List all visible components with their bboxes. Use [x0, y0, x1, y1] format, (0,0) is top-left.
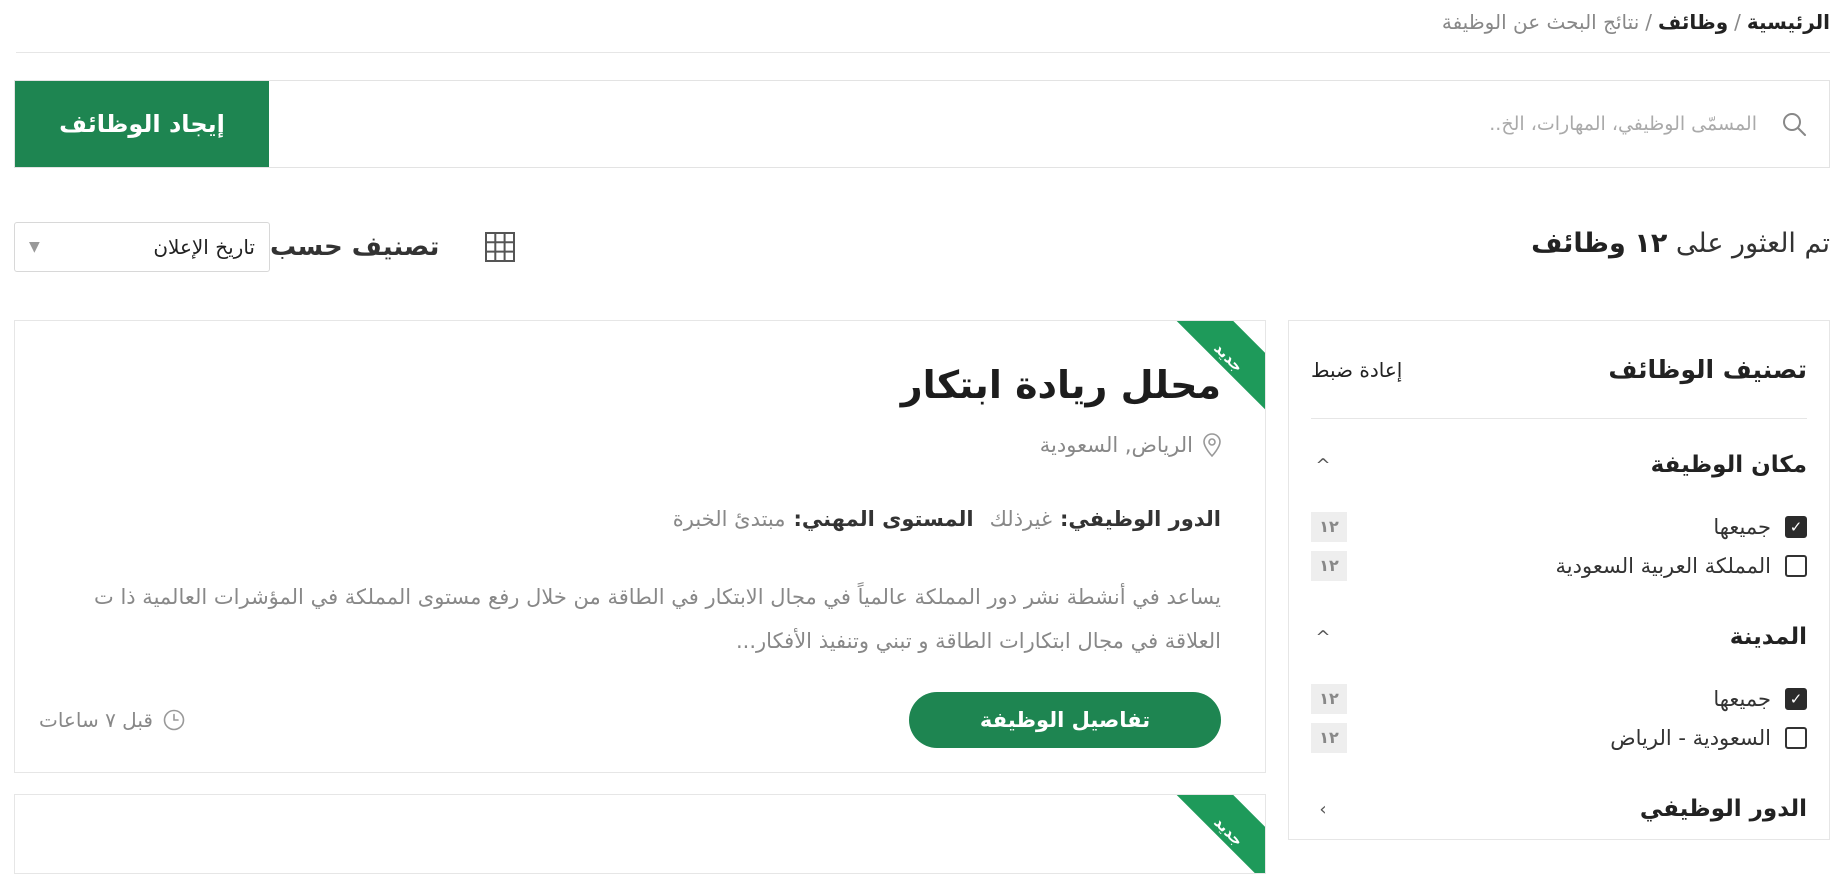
filter-option-label: جميعها [1713, 686, 1771, 711]
clock-icon [163, 709, 185, 731]
breadcrumb-jobs[interactable]: وظائف [1658, 10, 1728, 34]
job-card: جديد محلل ريادة ابتكار الرياض, السعودية … [14, 320, 1266, 773]
checkbox[interactable] [1785, 554, 1807, 577]
count-badge: ١٢ [1311, 511, 1347, 542]
filter-options: ✓ جميعها ١٢ السعودية - الرياض ١٢ [1311, 679, 1807, 757]
filter-group-title: مكان الوظيفة [1650, 452, 1807, 478]
results-prefix: تم العثور على [1675, 228, 1830, 259]
sort-select[interactable]: تاريخ الإعلان ▼ [14, 222, 270, 272]
job-location-text: الرياض, السعودية [1039, 433, 1193, 457]
filter-group-city: المدينة ^ ✓ جميعها ١٢ السعودية - الرياض … [1311, 615, 1807, 757]
filter-option-label: السعودية - الرياض [1610, 725, 1771, 750]
chevron-down-icon[interactable]: › [1311, 799, 1335, 820]
filters-title: تصنيف الوظائف [1608, 355, 1807, 384]
chevron-down-icon: ▼ [29, 239, 40, 255]
results-number: ١٢ [1634, 228, 1668, 259]
filter-group-title: المدينة [1729, 624, 1807, 650]
filter-group-header[interactable]: الدور الوظيفي › [1311, 787, 1807, 831]
job-role-key: الدور الوظيفي: [1059, 507, 1221, 531]
filter-option-main: السعودية - الرياض [1610, 726, 1807, 750]
sort-label: تصنيف حسب [270, 232, 440, 262]
results-count: تم العثور على ١٢ وظائف [1531, 228, 1830, 259]
reset-filters-link[interactable]: إعادة ضبط [1311, 358, 1402, 382]
count-badge: ١٢ [1311, 722, 1347, 753]
filter-options: ✓ جميعها ١٢ المملكة العربية السعودية ١٢ [1311, 507, 1807, 585]
search-input[interactable] [269, 81, 1759, 167]
checkbox[interactable] [1785, 726, 1807, 749]
filter-group-title: الدور الوظيفي [1639, 796, 1807, 822]
filter-group-header[interactable]: المدينة ^ [1311, 615, 1807, 659]
search-icon [1759, 81, 1829, 167]
breadcrumb-separator: / [1734, 10, 1741, 34]
job-level-value: مبتدئ الخبرة [672, 507, 786, 531]
chevron-up-icon[interactable]: ^ [1311, 455, 1335, 476]
filter-option-main: ✓ جميعها [1713, 515, 1807, 539]
filter-option-main: ✓ جميعها [1713, 687, 1807, 711]
job-level-key: المستوى المهني: [793, 507, 974, 531]
filter-option-label: المملكة العربية السعودية [1555, 553, 1771, 578]
job-details-button[interactable]: تفاصيل الوظيفة [909, 692, 1221, 748]
filter-option-label: جميعها [1713, 514, 1771, 539]
job-posted-time: قبل ٧ ساعات [39, 708, 185, 732]
filter-group-location: مكان الوظيفة ^ ✓ جميعها ١٢ المملكة العرب… [1311, 443, 1807, 585]
count-badge: ١٢ [1311, 550, 1347, 581]
breadcrumb: الرئيسية/وظائف/نتائج البحث عن الوظيفة [16, 8, 1830, 53]
filters-header: تصنيف الوظائف إعادة ضبط [1311, 321, 1807, 419]
checkbox-checked[interactable]: ✓ [1785, 687, 1807, 710]
job-description: يساعد في أنشطة نشر دور المملكة عالمياً ف… [94, 585, 1221, 653]
filters-panel: تصنيف الوظائف إعادة ضبط مكان الوظيفة ^ ✓… [1288, 320, 1830, 840]
find-jobs-button[interactable]: إيجاد الوظائف [15, 81, 269, 167]
search-bar: إيجاد الوظائف [14, 80, 1830, 168]
job-title[interactable]: محلل ريادة ابتكار [901, 363, 1221, 407]
filter-option[interactable]: المملكة العربية السعودية ١٢ [1311, 546, 1807, 585]
sort-area: تاريخ الإعلان ▼ تصنيف حسب [14, 222, 539, 272]
new-badge: جديد [1171, 795, 1265, 873]
filter-option[interactable]: ✓ جميعها ١٢ [1311, 679, 1807, 718]
job-role-value: غيرذلك [989, 507, 1052, 531]
location-pin-icon [1203, 433, 1221, 457]
sort-selected-value: تاريخ الإعلان [153, 235, 255, 259]
count-badge: ١٢ [1311, 683, 1347, 714]
job-meta: الدور الوظيفي: غيرذلك المستوى المهني: مب… [657, 507, 1221, 531]
results-suffix: وظائف [1531, 228, 1626, 259]
checkbox-checked[interactable]: ✓ [1785, 515, 1807, 538]
filter-group-header[interactable]: مكان الوظيفة ^ [1311, 443, 1807, 487]
breadcrumb-separator: / [1645, 10, 1653, 34]
job-card: جديد [14, 794, 1266, 874]
filter-option[interactable]: السعودية - الرياض ١٢ [1311, 718, 1807, 757]
job-location: الرياض, السعودية [1040, 433, 1221, 457]
breadcrumb-home[interactable]: الرئيسية [1747, 10, 1830, 34]
filter-group-role: الدور الوظيفي › [1311, 787, 1807, 831]
filter-option-main: المملكة العربية السعودية [1556, 554, 1807, 578]
chevron-up-icon[interactable]: ^ [1311, 627, 1335, 648]
grid-view-icon[interactable] [485, 232, 516, 262]
breadcrumb-current: نتائج البحث عن الوظيفة [1441, 10, 1640, 34]
filter-option[interactable]: ✓ جميعها ١٢ [1311, 507, 1807, 546]
job-posted-text: قبل ٧ ساعات [39, 708, 153, 732]
